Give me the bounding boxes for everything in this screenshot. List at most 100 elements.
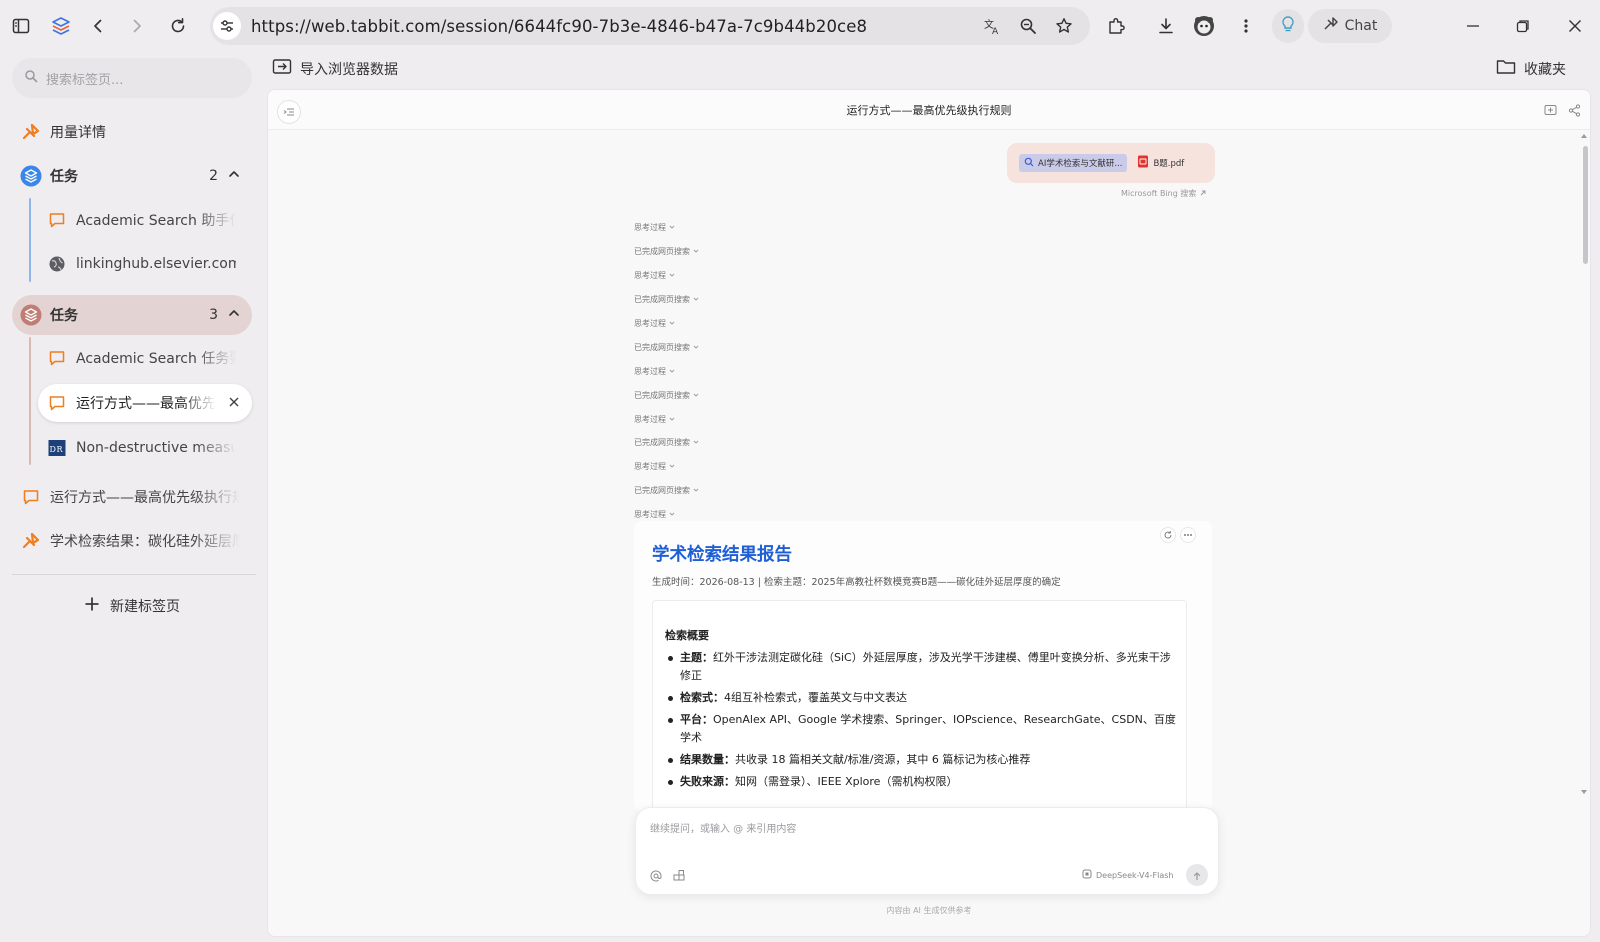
- task-group-count: 2: [209, 168, 218, 184]
- tab-item[interactable]: Academic Search 任务要求: [38, 338, 252, 378]
- restore-icon[interactable]: [1511, 14, 1535, 38]
- refresh-icon[interactable]: [1160, 527, 1176, 543]
- more-menu-icon[interactable]: [1234, 14, 1258, 38]
- bookmarks-label: 收藏夹: [1524, 62, 1566, 78]
- step-label: 已完成网页搜索: [634, 486, 690, 496]
- chevron-down-icon: [693, 391, 699, 400]
- tab-item[interactable]: linkinghub.elsevier.com: [38, 244, 252, 284]
- back-icon[interactable]: [86, 14, 110, 38]
- extensions-icon[interactable]: [1104, 14, 1128, 38]
- chat-bubble-icon: [46, 392, 68, 414]
- more-icon[interactable]: [1180, 527, 1196, 543]
- address-bar[interactable]: https://web.tabbit.com/session/6644fc90-…: [210, 7, 1090, 45]
- step-label: 已完成网页搜索: [634, 390, 690, 400]
- chevron-down-icon: [693, 343, 699, 352]
- translate-icon[interactable]: 文A: [980, 14, 1004, 38]
- reload-icon[interactable]: [166, 14, 190, 38]
- list-item: 失败来源：知网（需登录）、IEEE Xplore（需机构权限）: [665, 773, 1177, 791]
- svg-text:R: R: [57, 445, 64, 454]
- chevron-down-icon: [669, 367, 675, 376]
- chat-button[interactable]: Chat: [1308, 9, 1392, 43]
- zoom-icon[interactable]: [1016, 14, 1040, 38]
- tab-item[interactable]: Academic Search 助手任务: [38, 200, 252, 240]
- tab-item-label: linkinghub.elsevier.com: [76, 256, 236, 272]
- chat-sparkle-icon: [1323, 16, 1339, 36]
- close-window-icon[interactable]: [1563, 14, 1587, 38]
- step-toggle[interactable]: 已完成网页搜索: [634, 431, 699, 455]
- report-card: 学术检索结果报告 生成时间：2026-08-13 | 检索主题：2025年高教社…: [634, 521, 1212, 820]
- step-toggle[interactable]: 已完成网页搜索: [634, 288, 699, 312]
- globe-icon: [46, 253, 68, 275]
- minimize-icon[interactable]: [1461, 14, 1485, 38]
- url-text[interactable]: https://web.tabbit.com/session/6644fc90-…: [251, 17, 867, 36]
- send-button[interactable]: [1186, 864, 1208, 886]
- step-toggle[interactable]: 思考过程: [634, 407, 699, 431]
- sidebar-item-usage[interactable]: 用量详情: [12, 112, 252, 152]
- sidebar-toggle-icon[interactable]: [9, 14, 33, 38]
- chat-bubble-icon: [46, 347, 68, 369]
- step-toggle[interactable]: 思考过程: [634, 216, 699, 240]
- share-icon[interactable]: [1566, 102, 1582, 118]
- tab-item[interactable]: 学术检索结果：碳化硅外延层厚度: [12, 521, 252, 561]
- step-toggle[interactable]: 思考过程: [634, 264, 699, 288]
- close-tab-icon[interactable]: [228, 396, 240, 412]
- message-input[interactable]: [650, 820, 1200, 850]
- step-toggle[interactable]: 已完成网页搜索: [634, 479, 699, 503]
- new-tab-button[interactable]: 新建标签页: [84, 596, 180, 616]
- import-browser-data-button[interactable]: 导入浏览器数据: [272, 58, 398, 80]
- tab-item-label: 运行方式——最高优先级: [76, 396, 216, 412]
- task-group-title: 任务: [50, 169, 78, 185]
- scroll-thumb[interactable]: [1583, 146, 1588, 264]
- step-toggle[interactable]: 已完成网页搜索: [634, 240, 699, 264]
- bookmarks-folder-button[interactable]: 收藏夹: [1496, 58, 1566, 80]
- item-key: 结果数量：: [680, 753, 735, 766]
- scroll-up-arrow[interactable]: [1581, 134, 1587, 138]
- tree-line: [29, 198, 31, 282]
- bookmark-star-icon[interactable]: [1052, 14, 1076, 38]
- step-toggle[interactable]: 思考过程: [634, 312, 699, 336]
- chevron-up-icon[interactable]: [228, 307, 240, 323]
- model-selector[interactable]: DeepSeek-V4-Flash: [1082, 869, 1173, 881]
- step-toggle[interactable]: 思考过程: [634, 359, 699, 383]
- user-message: AI学术检索与文献研... B题.pdf: [1007, 143, 1215, 183]
- step-label: 思考过程: [634, 223, 666, 233]
- dr-favicon-icon: DR: [46, 437, 68, 459]
- attach-icon[interactable]: [671, 868, 687, 884]
- download-icon[interactable]: [1154, 14, 1178, 38]
- tab-item[interactable]: 运行方式——最高优先级执行规则: [12, 477, 252, 517]
- site-settings-icon[interactable]: [213, 12, 241, 40]
- step-toggle[interactable]: 已完成网页搜索: [634, 383, 699, 407]
- forward-icon[interactable]: [125, 14, 149, 38]
- svg-text:D: D: [50, 445, 56, 454]
- import-icon: [272, 58, 292, 80]
- new-chat-icon[interactable]: [1542, 102, 1558, 118]
- task-stack-icon[interactable]: [49, 14, 73, 38]
- attachment-chip-search[interactable]: AI学术检索与文献研...: [1019, 154, 1128, 172]
- tab-item-label: Non-destructive measurement: [76, 440, 236, 456]
- attachment-label: AI学术检索与文献研...: [1038, 159, 1123, 169]
- scroll-down-arrow[interactable]: [1581, 790, 1587, 794]
- tab-item[interactable]: DR Non-destructive measurement: [38, 428, 252, 468]
- attachment-label: B题.pdf: [1153, 159, 1185, 169]
- tips-button[interactable]: [1272, 9, 1304, 43]
- mention-icon[interactable]: [648, 868, 664, 884]
- tab-search-input[interactable]: 搜索标签页...: [12, 58, 252, 98]
- chevron-down-icon: [669, 415, 675, 424]
- search-source-note[interactable]: Microsoft Bing 搜索: [1121, 188, 1207, 199]
- step-label: 思考过程: [634, 510, 666, 520]
- item-key: 检索式：: [680, 691, 724, 704]
- task-group-icon: [20, 304, 42, 326]
- tab-item-active[interactable]: 运行方式——最高优先级: [38, 384, 252, 422]
- step-label: 已完成网页搜索: [634, 247, 690, 257]
- tabbit-logo-icon: [20, 530, 42, 552]
- chevron-up-icon[interactable]: [228, 168, 240, 184]
- step-toggle[interactable]: 已完成网页搜索: [634, 335, 699, 359]
- task-group-2-header[interactable]: 任务 3: [12, 295, 252, 335]
- scrollbar[interactable]: [1580, 132, 1590, 922]
- model-label: DeepSeek-V4-Flash: [1096, 870, 1174, 880]
- task-group-1-header[interactable]: 任务 2: [12, 156, 252, 196]
- item-text: 红外干涉法测定碳化硅（SiC）外延层厚度，涉及光学干涉建模、傅里叶变换分析、多光…: [680, 651, 1171, 682]
- attachment-chip-pdf[interactable]: B题.pdf: [1133, 154, 1188, 172]
- step-toggle[interactable]: 思考过程: [634, 455, 699, 479]
- profile-avatar-icon[interactable]: [1192, 14, 1216, 38]
